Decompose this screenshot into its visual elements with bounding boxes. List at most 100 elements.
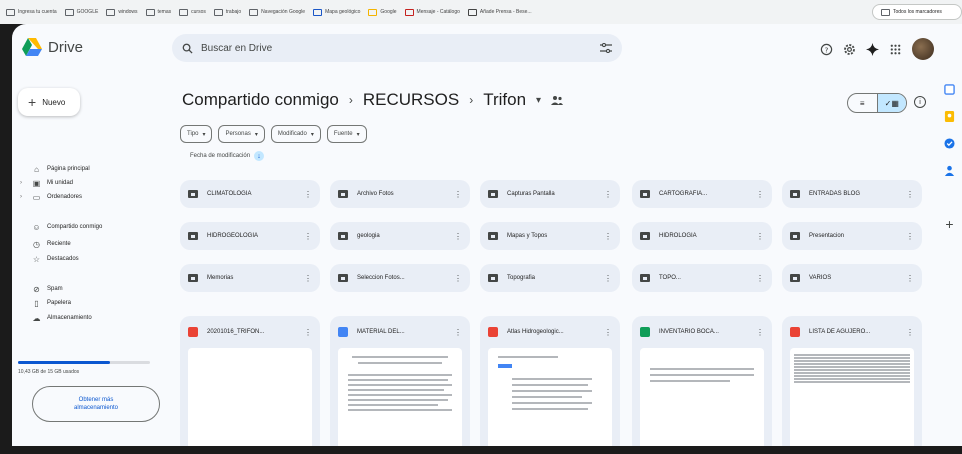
search-input[interactable]: Buscar en Drive (201, 43, 272, 54)
filter-chip[interactable]: Modificado ▾ (270, 125, 321, 143)
more-options-icon[interactable]: ⋮ (304, 274, 312, 283)
contacts-icon[interactable] (944, 165, 955, 176)
settings-gear-icon[interactable] (843, 43, 856, 56)
folder-item[interactable]: TOPO... ⋮ (632, 264, 772, 292)
more-options-icon[interactable]: ⋮ (454, 328, 462, 337)
more-options-icon[interactable]: ⋮ (304, 232, 312, 241)
all-bookmarks-button[interactable]: Todos los marcadores (872, 4, 962, 20)
sidebar-item-5[interactable]: ◷ Reciente (12, 237, 71, 251)
sort-control[interactable]: Fecha de modificación ↓ (190, 151, 265, 161)
bookmark-folder-icon (467, 8, 477, 16)
folder-item[interactable]: geologia ⋮ (330, 222, 470, 250)
calendar-icon[interactable] (944, 84, 955, 95)
list-view-button[interactable]: ≡ (848, 94, 877, 112)
folder-item[interactable]: Topografia ⋮ (480, 264, 620, 292)
bookmark-item[interactable]: Ingresa tu cuenta (6, 8, 57, 16)
more-options-icon[interactable]: ⋮ (906, 328, 914, 337)
folder-item[interactable]: HIDROGEOLOGIA ⋮ (180, 222, 320, 250)
caret-down-icon[interactable]: ▾ (536, 95, 541, 106)
bookmark-item[interactable]: Mapa geológico (313, 8, 360, 16)
more-options-icon[interactable]: ⋮ (304, 190, 312, 199)
more-options-icon[interactable]: ⋮ (304, 328, 312, 337)
document-line (348, 384, 452, 386)
more-options-icon[interactable]: ⋮ (454, 274, 462, 283)
folder-name: Memorias (207, 275, 234, 281)
folder-icon (881, 8, 890, 16)
grid-view-button[interactable]: ✓▦ (876, 94, 906, 112)
document-line (794, 366, 910, 368)
folder-item[interactable]: Memorias ⋮ (180, 264, 320, 292)
sidebar-item-2[interactable]: › ▣ Mi unidad (12, 176, 73, 190)
more-options-icon[interactable]: ⋮ (756, 274, 764, 283)
more-options-icon[interactable]: ⋮ (454, 232, 462, 241)
sidebar-item-9[interactable]: ☁ Almacenamiento (12, 311, 92, 325)
bookmark-item[interactable]: Google (368, 8, 397, 16)
folder-item[interactable]: Seleccion Fotos... ⋮ (330, 264, 470, 292)
bookmark-item[interactable]: temas (145, 8, 171, 16)
bookmark-item[interactable]: trabajo (213, 8, 241, 16)
keep-icon[interactable] (944, 111, 955, 122)
folder-item[interactable]: Capturas Pantalla ⋮ (480, 180, 620, 208)
get-more-storage-button[interactable]: Obtener más almacenamiento (32, 386, 160, 422)
search-options-icon[interactable] (600, 43, 612, 53)
more-options-icon[interactable]: ⋮ (604, 190, 612, 199)
tasks-icon[interactable] (944, 138, 955, 149)
breadcrumb-current[interactable]: Trifon (483, 90, 526, 110)
more-options-icon[interactable]: ⋮ (604, 232, 612, 241)
more-options-icon[interactable]: ⋮ (756, 328, 764, 337)
gemini-sparkle-icon[interactable] (866, 42, 879, 56)
folder-item[interactable]: CARTOGRAFIA... ⋮ (632, 180, 772, 208)
sidebar-item-6[interactable]: ☆ Destacados (12, 252, 79, 266)
chevron-right-icon[interactable]: › (20, 180, 26, 186)
folder-item[interactable]: Presentacion ⋮ (782, 222, 922, 250)
search-bar[interactable]: Buscar en Drive (172, 34, 622, 62)
file-card[interactable]: Atlas Hidrogeologic... ⋮ (480, 316, 620, 454)
account-avatar[interactable] (912, 38, 934, 60)
folder-item[interactable]: ENTRADAS BLOG ⋮ (782, 180, 922, 208)
folder-item[interactable]: CLIMATOLOGIA ⋮ (180, 180, 320, 208)
sidebar-item-3[interactable]: › ▭ Ordenadores (12, 190, 82, 204)
filter-chip[interactable]: Fuente ▾ (326, 125, 367, 143)
more-options-icon[interactable]: ⋮ (454, 190, 462, 199)
more-options-icon[interactable]: ⋮ (906, 232, 914, 241)
new-button[interactable]: + Nuevo (18, 88, 80, 116)
info-icon[interactable]: i (914, 96, 926, 108)
file-card[interactable]: MATERIAL DEL... ⋮ (330, 316, 470, 454)
folder-item[interactable]: Mapas y Topos ⋮ (480, 222, 620, 250)
more-options-icon[interactable]: ⋮ (756, 232, 764, 241)
bookmark-item[interactable]: Añade Prensa - Bese... (467, 8, 532, 16)
add-addon-plus-icon[interactable]: + (945, 216, 953, 232)
chevron-right-icon[interactable]: › (20, 194, 26, 200)
sidebar-item-4[interactable]: ☺ Compartido conmigo (12, 220, 102, 234)
sidebar-item-8[interactable]: ▯ Papelera (12, 296, 71, 310)
more-options-icon[interactable]: ⋮ (604, 274, 612, 283)
drive-logo[interactable]: Drive (22, 38, 83, 56)
more-options-icon[interactable]: ⋮ (756, 190, 764, 199)
more-options-icon[interactable]: ⋮ (906, 190, 914, 199)
filter-chip[interactable]: Personas ▾ (218, 125, 265, 143)
more-options-icon[interactable]: ⋮ (906, 274, 914, 283)
filter-chip[interactable]: Tipo ▾ (180, 125, 213, 143)
sidebar-item-7[interactable]: ⊘ Spam (12, 282, 63, 296)
folder-name: Seleccion Fotos... (357, 275, 405, 281)
file-card[interactable]: LISTA DE AGUJERO... ⋮ (782, 316, 922, 454)
breadcrumb-level1[interactable]: RECURSOS (363, 90, 459, 110)
folder-item[interactable]: HIDROLOGIA ⋮ (632, 222, 772, 250)
bookmark-item[interactable]: Mensaje - Catálogo (404, 8, 460, 16)
file-card[interactable]: 20201016_TRIFON... ⋮ (180, 316, 320, 454)
apps-grid-icon[interactable] (889, 43, 902, 56)
folder-item[interactable]: VARIOS ⋮ (782, 264, 922, 292)
breadcrumb-root[interactable]: Compartido conmigo (182, 90, 339, 110)
sidebar-item-1[interactable]: ⌂ Página principal (12, 162, 90, 176)
shared-folder-icon (188, 232, 198, 240)
more-options-icon[interactable]: ⋮ (604, 328, 612, 337)
folder-item[interactable]: Archivo Fotos ⋮ (330, 180, 470, 208)
bookmark-item[interactable]: GOOGLE (64, 8, 98, 16)
sort-arrow-down-icon[interactable]: ↓ (254, 151, 265, 161)
help-icon[interactable]: ? (820, 43, 833, 56)
bookmark-item[interactable]: Navegación Google (249, 8, 305, 16)
search-icon[interactable] (182, 43, 193, 54)
bookmark-item[interactable]: cursos (179, 8, 206, 16)
file-card[interactable]: INVENTARIO BOCA... ⋮ (632, 316, 772, 454)
bookmark-item[interactable]: windows (106, 8, 138, 16)
